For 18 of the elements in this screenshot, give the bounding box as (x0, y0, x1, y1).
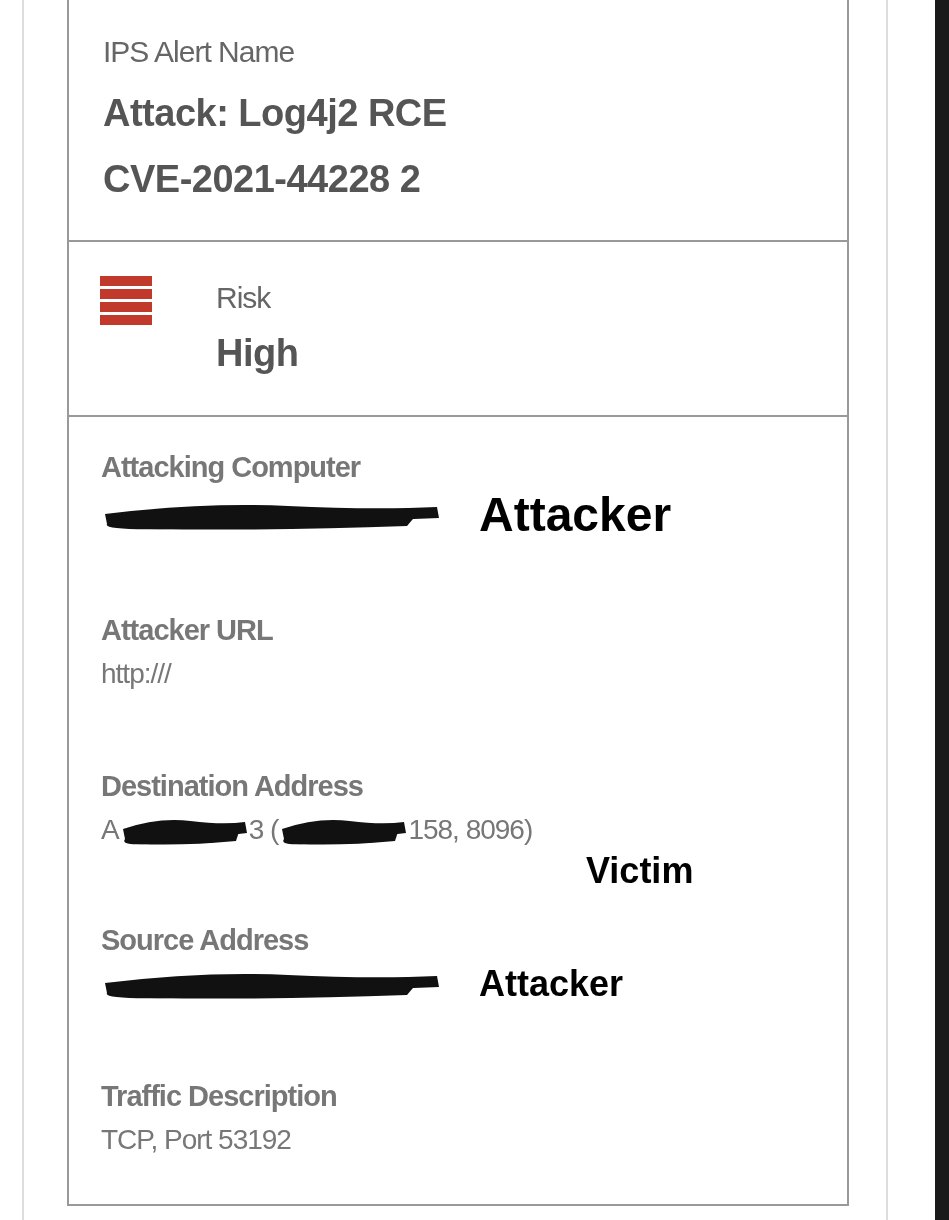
field-label: IPS Alert Name (103, 34, 296, 70)
annotation-label: Victim (586, 850, 694, 891)
annotation-label: Attacker (479, 963, 624, 1005)
field-label: Traffic Description (101, 1079, 338, 1114)
field-value: http:/// (101, 658, 171, 690)
field-value-fragment: 3 ( (248, 814, 279, 846)
field-value-fragment: A (101, 814, 119, 846)
field-label: Source Address (101, 923, 310, 958)
risk-value: High (216, 331, 299, 376)
field-value-fragment: 158, 8096) (408, 814, 533, 846)
field-value: TCP, Port 53192 (101, 1124, 291, 1156)
field-label: Attacking Computer (101, 450, 362, 485)
alert-name: Attack: Log4j2 RCE (103, 91, 448, 136)
annotation-label: Attacker (479, 487, 672, 542)
field-label: Risk (216, 280, 272, 316)
field-label: Attacker URL (101, 613, 274, 648)
alert-name: CVE-2021-44228 2 (103, 157, 422, 202)
field-label: Destination Address (101, 769, 364, 804)
